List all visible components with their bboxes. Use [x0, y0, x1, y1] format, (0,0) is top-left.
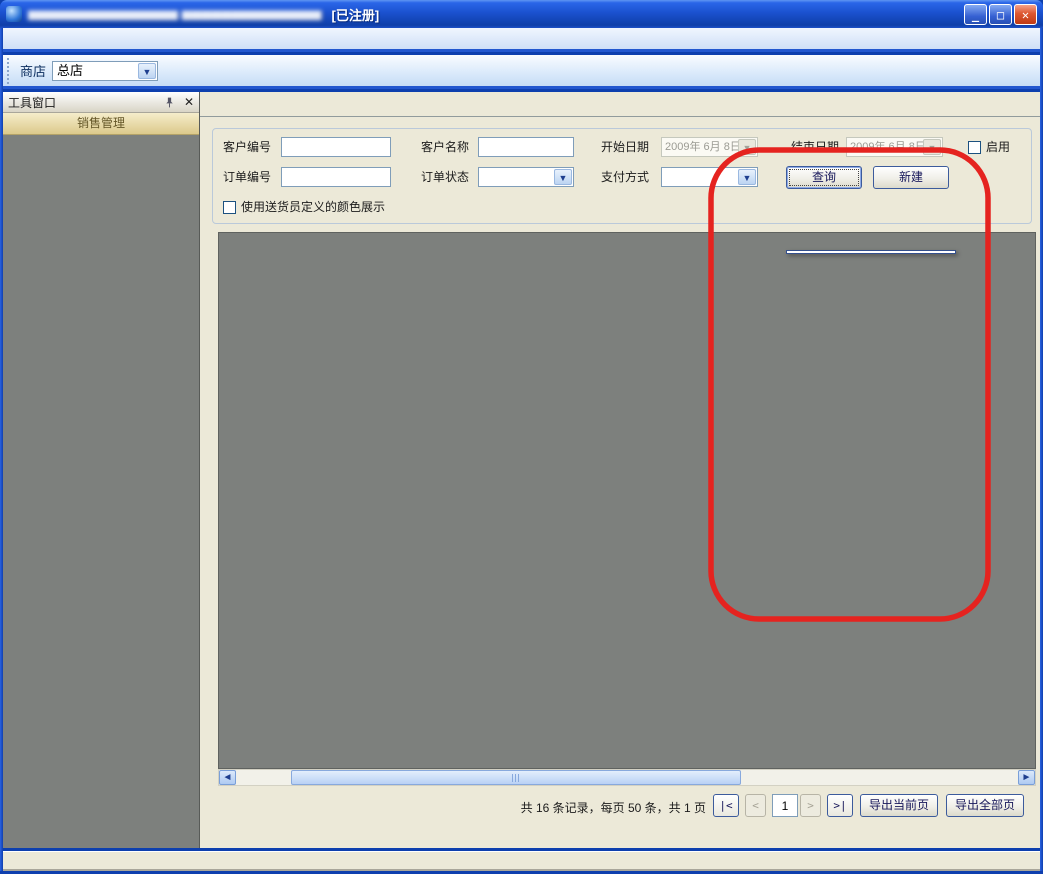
toolbar: 商店 总店 ▼: [3, 55, 1040, 89]
chevron-down-icon: ▼: [738, 139, 756, 155]
close-button[interactable]: ✕: [1014, 4, 1037, 25]
sidebar-close-icon[interactable]: ✕: [184, 95, 194, 109]
page-number-input[interactable]: [772, 794, 798, 817]
first-page-button[interactable]: |<: [713, 794, 739, 817]
last-page-button[interactable]: >|: [827, 794, 853, 817]
title-bar: ▅▅▅▅▅▅▅▅▅▅▅▅▅▅▅ ▅▅▅▅▅▅▅▅▅▅▅▅▅▅ [已注册] _ □…: [0, 0, 1043, 28]
customer-code-input[interactable]: [281, 137, 391, 157]
color-display-checkbox[interactable]: 使用送货员定义的颜色展示: [223, 197, 385, 217]
next-page-button[interactable]: >: [800, 794, 821, 817]
customer-name-input[interactable]: [478, 137, 574, 157]
tool-window-sidebar: 工具窗口 ✕ 销售管理: [3, 92, 200, 848]
export-current-page-button[interactable]: 导出当前页: [860, 794, 938, 817]
prev-page-button[interactable]: <: [745, 794, 766, 817]
order-status-combobox[interactable]: ▼: [478, 167, 574, 187]
tab-strip: [200, 92, 1040, 117]
filter-groupbox: 客户编号 客户名称 开始日期 2009年 6月 8日 ▼ 结束日期 2009年 …: [212, 128, 1032, 224]
start-date-picker[interactable]: 2009年 6月 8日 ▼: [661, 137, 758, 157]
horizontal-scrollbar[interactable]: ◄ ►: [218, 769, 1036, 786]
scroll-right-arrow[interactable]: ►: [1018, 770, 1035, 785]
chevron-down-icon[interactable]: ▼: [554, 169, 572, 185]
chevron-down-icon[interactable]: ▼: [138, 63, 156, 79]
enable-checkbox[interactable]: 启用: [968, 137, 1010, 157]
checkbox-icon[interactable]: [968, 141, 981, 154]
window-title-status: [已注册]: [332, 5, 380, 24]
customer-name-label: 客户名称: [421, 137, 469, 157]
shop-label: 商店: [20, 61, 46, 80]
window-title: ▅▅▅▅▅▅▅▅▅▅▅▅▅▅▅ ▅▅▅▅▅▅▅▅▅▅▅▅▅▅ [已注册]: [28, 5, 379, 24]
chevron-down-icon[interactable]: ▼: [738, 169, 756, 185]
sidebar-group-sales[interactable]: 销售管理: [3, 113, 199, 135]
pagination-bar: 共 16 条记录，每页 50 条，共 1 页 |< < > >| 导出当前页 导…: [200, 794, 1040, 820]
query-button[interactable]: 查询: [786, 166, 862, 189]
main-panel: 客户编号 客户名称 开始日期 2009年 6月 8日 ▼ 结束日期 2009年 …: [200, 92, 1040, 848]
scroll-left-arrow[interactable]: ◄: [219, 770, 236, 785]
customer-code-label: 客户编号: [223, 137, 271, 157]
menu-bar: [3, 28, 1040, 52]
chevron-down-icon: ▼: [923, 139, 941, 155]
toolbar-grip[interactable]: [7, 58, 14, 84]
application-window: { "window":{ "title_masked":"▅▅▅▅▅▅▅▅▅▅▅…: [0, 0, 1043, 874]
order-status-label: 订单状态: [421, 167, 469, 187]
scrollbar-thumb[interactable]: [291, 770, 741, 785]
order-code-label: 订单编号: [223, 167, 271, 187]
export-all-pages-button[interactable]: 导出全部页: [946, 794, 1024, 817]
checkbox-icon[interactable]: [223, 201, 236, 214]
order-context-menu: [786, 250, 956, 254]
tool-window-title: 工具窗口: [8, 94, 56, 111]
pay-method-combobox[interactable]: ▼: [661, 167, 758, 187]
maximize-button[interactable]: □: [989, 4, 1012, 25]
new-button[interactable]: 新建: [873, 166, 949, 189]
window-frame-left: [0, 28, 3, 874]
app-icon: [6, 6, 22, 22]
end-date-label: 结束日期: [791, 137, 839, 157]
shop-combobox-value: 总店: [57, 63, 83, 78]
minimize-button[interactable]: _: [964, 4, 987, 25]
orders-table: [218, 232, 1036, 769]
tool-window-caption: 工具窗口 ✕: [3, 92, 199, 113]
record-summary: 共 16 条记录，每页 50 条，共 1 页: [521, 799, 706, 816]
pin-icon[interactable]: [163, 96, 176, 109]
shop-combobox[interactable]: 总店 ▼: [52, 61, 158, 81]
pay-method-label: 支付方式: [601, 167, 649, 187]
window-title-masked: ▅▅▅▅▅▅▅▅▅▅▅▅▅▅▅ ▅▅▅▅▅▅▅▅▅▅▅▅▅▅: [28, 5, 322, 24]
start-date-label: 开始日期: [601, 137, 649, 157]
order-code-input[interactable]: [281, 167, 391, 187]
end-date-picker[interactable]: 2009年 6月 8日 ▼: [846, 137, 943, 157]
status-bar: [3, 851, 1040, 871]
